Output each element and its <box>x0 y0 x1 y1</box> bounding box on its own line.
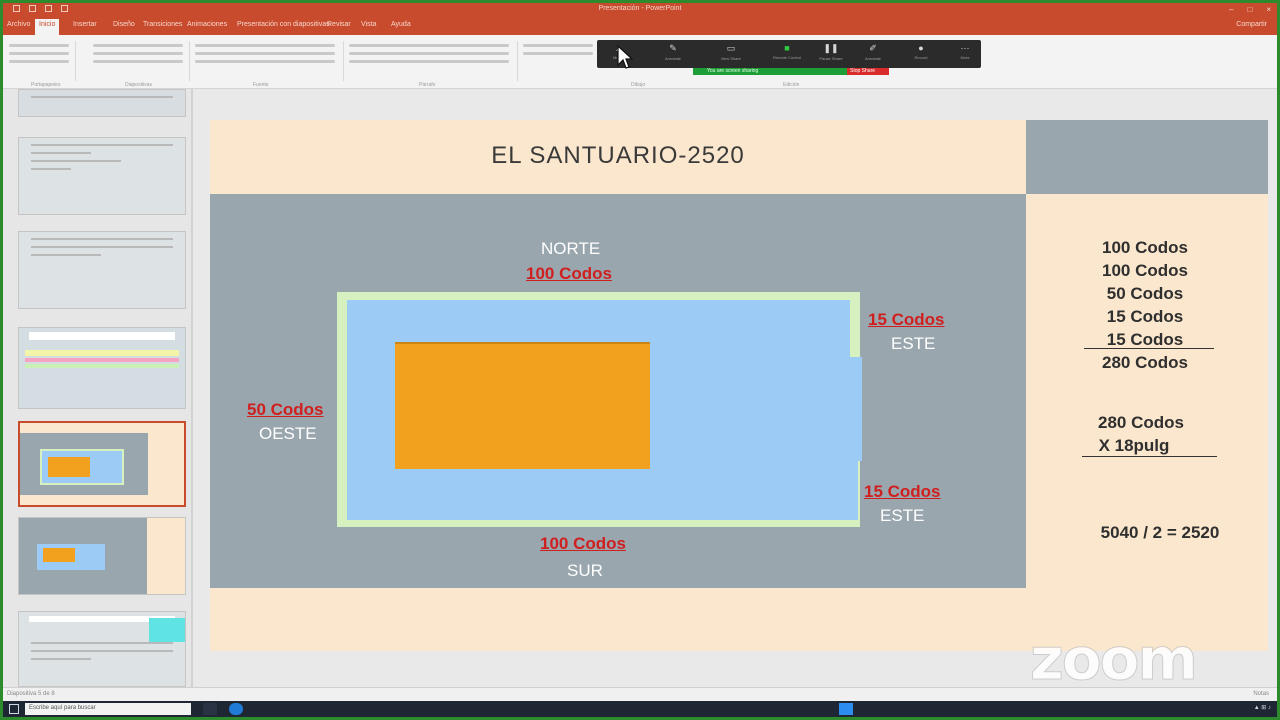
remote-control-icon: ■ <box>784 43 790 53</box>
annotate-button[interactable]: ✎ Annotate <box>653 43 693 61</box>
este-bottom-measure: 15 Codos <box>864 482 941 501</box>
oeste-label: OESTE <box>259 424 317 443</box>
slide-thumbnails-panel <box>3 89 193 687</box>
slide-canvas: EL SANTUARIO-2520 NORTE 100 Codos 50 Cod… <box>210 120 1268 651</box>
slide-counter: Diapositiva 5 de 8 <box>7 691 55 697</box>
windows-start-icon[interactable] <box>9 704 19 714</box>
drawing-group[interactable] <box>523 39 593 81</box>
annotate-pen-icon: ✐ <box>869 43 877 53</box>
oeste-measure: 50 Codos <box>247 400 324 419</box>
tab-revisar[interactable]: Revisar <box>327 21 351 28</box>
group-label: Fuente <box>253 82 269 88</box>
record-icon: ● <box>918 43 924 53</box>
sur-label: SUR <box>567 561 603 580</box>
minimize-icon[interactable]: – <box>1229 5 1233 14</box>
multiply-line: 280 Codos <box>1098 413 1184 432</box>
new-share-icon: ▭ <box>726 43 736 53</box>
slide-thumbnail[interactable] <box>18 327 186 409</box>
sur-measure: 100 Codos <box>540 534 626 553</box>
more-icon: ··· <box>960 43 970 53</box>
title-bar: Presentación - PowerPoint – □ × <box>3 3 1277 17</box>
norte-measure: 100 Codos <box>526 264 612 283</box>
court-border-east-top <box>850 292 860 357</box>
tab-insertar[interactable]: Insertar <box>73 21 97 28</box>
more-button[interactable]: ··· More <box>945 43 985 60</box>
sum-divider <box>1084 348 1214 349</box>
share-button[interactable]: Compartir <box>1236 21 1267 28</box>
group-label: Párrafo <box>419 82 436 88</box>
slide-title[interactable]: EL SANTUARIO-2520 <box>210 142 1026 170</box>
annotate-icon: ✎ <box>669 43 677 53</box>
browser-icon[interactable] <box>229 703 243 715</box>
tab-diseno[interactable]: Diseño <box>113 21 135 28</box>
norte-label: NORTE <box>541 239 601 258</box>
zoom-share-toolbar: ▲Mouse ✎Annotate ▭New Share ■Remote Cont… <box>597 40 981 68</box>
window-title: Presentación - PowerPoint <box>598 5 682 12</box>
group-label: Diapositivas <box>125 82 152 88</box>
group-label: Edición <box>783 82 800 88</box>
slide-thumbnail-selected[interactable] <box>18 421 186 507</box>
clipboard-group[interactable] <box>9 39 69 81</box>
new-share-button[interactable]: ▭ New Share <box>711 43 751 61</box>
font-group[interactable] <box>195 39 335 81</box>
pause-share-icon: ❚❚ <box>823 43 839 53</box>
pause-share-button[interactable]: ❚❚ Pause Share <box>811 43 851 61</box>
este-top-label: ESTE <box>891 334 936 353</box>
sum-line: 100 Codos <box>1102 261 1188 280</box>
tab-archivo[interactable]: Archivo <box>7 21 30 28</box>
paragraph-group[interactable] <box>349 39 509 81</box>
zoom-watermark: zoom <box>1030 625 1199 694</box>
sum-line: 15 Codos <box>1106 330 1184 349</box>
multiply-divider <box>1082 456 1217 457</box>
record-button[interactable]: ● Record <box>901 43 941 60</box>
sharing-status-text: You are screen sharing <box>707 68 759 74</box>
tab-inicio[interactable]: Inicio <box>35 19 60 35</box>
sharing-status-strip: You are screen sharing Stop Share <box>693 68 889 75</box>
taskbar-search-input[interactable]: Escribe aquí para buscar <box>25 703 191 715</box>
mouse-cursor-icon <box>617 45 633 69</box>
sum-total: 280 Codos <box>1102 353 1188 372</box>
este-top-measure: 15 Codos <box>868 310 945 329</box>
task-view-icon[interactable] <box>203 703 217 715</box>
windows-taskbar: Escribe aquí para buscar ▲ ⊞ ♪ <box>3 701 1277 717</box>
slide-thumbnail[interactable] <box>18 611 186 687</box>
annotate-pen-button[interactable]: ✐ Annotate <box>853 43 893 61</box>
tab-transiciones[interactable]: Transiciones <box>143 21 182 28</box>
window-controls: – □ × <box>1229 5 1271 14</box>
tab-presentacion[interactable]: Presentación con diapositivas <box>237 21 330 28</box>
slide-thumbnail[interactable] <box>18 231 186 309</box>
ribbon-tabs: Archivo Inicio Insertar Diseño Transicio… <box>3 17 1277 35</box>
maximize-icon[interactable]: □ <box>1247 5 1252 14</box>
sum-line: 100 Codos <box>1102 238 1188 257</box>
sanctuary-block <box>395 342 650 469</box>
east-gate-opening <box>850 357 862 461</box>
este-bottom-label: ESTE <box>880 506 925 525</box>
tab-animaciones[interactable]: Animaciones <box>187 21 227 28</box>
status-bar: Diapositiva 5 de 8 Notas <box>3 687 1277 701</box>
sum-line: 15 Codos <box>1106 307 1184 326</box>
slide-thumbnail[interactable] <box>18 517 186 595</box>
app-window: Presentación - PowerPoint – □ × Archivo … <box>3 3 1277 717</box>
sum-line: 50 Codos <box>1106 284 1184 303</box>
result-line: 5040 / 2 = 2520 <box>1100 523 1220 542</box>
stop-share-button[interactable]: Stop Share <box>847 68 889 75</box>
close-icon[interactable]: × <box>1266 5 1271 14</box>
tab-vista[interactable]: Vista <box>361 21 376 28</box>
group-label: Portapapeles <box>31 82 61 88</box>
thumbnails-scrollbar[interactable] <box>191 89 193 687</box>
remote-control-button[interactable]: ■ Remote Control <box>767 43 807 60</box>
notes-button[interactable]: Notas <box>1253 691 1269 697</box>
multiply-line: X 18pulg <box>1098 436 1170 455</box>
slide-thumbnail[interactable] <box>18 137 186 215</box>
system-tray: ▲ ⊞ ♪ <box>1253 705 1271 711</box>
zoom-app-icon[interactable] <box>839 703 853 715</box>
slides-group[interactable] <box>93 39 183 81</box>
gray-corner-block <box>1026 120 1268 194</box>
slide-thumbnail[interactable] <box>18 89 186 117</box>
tab-ayuda[interactable]: Ayuda <box>391 21 411 28</box>
group-label: Dibujo <box>631 82 646 88</box>
